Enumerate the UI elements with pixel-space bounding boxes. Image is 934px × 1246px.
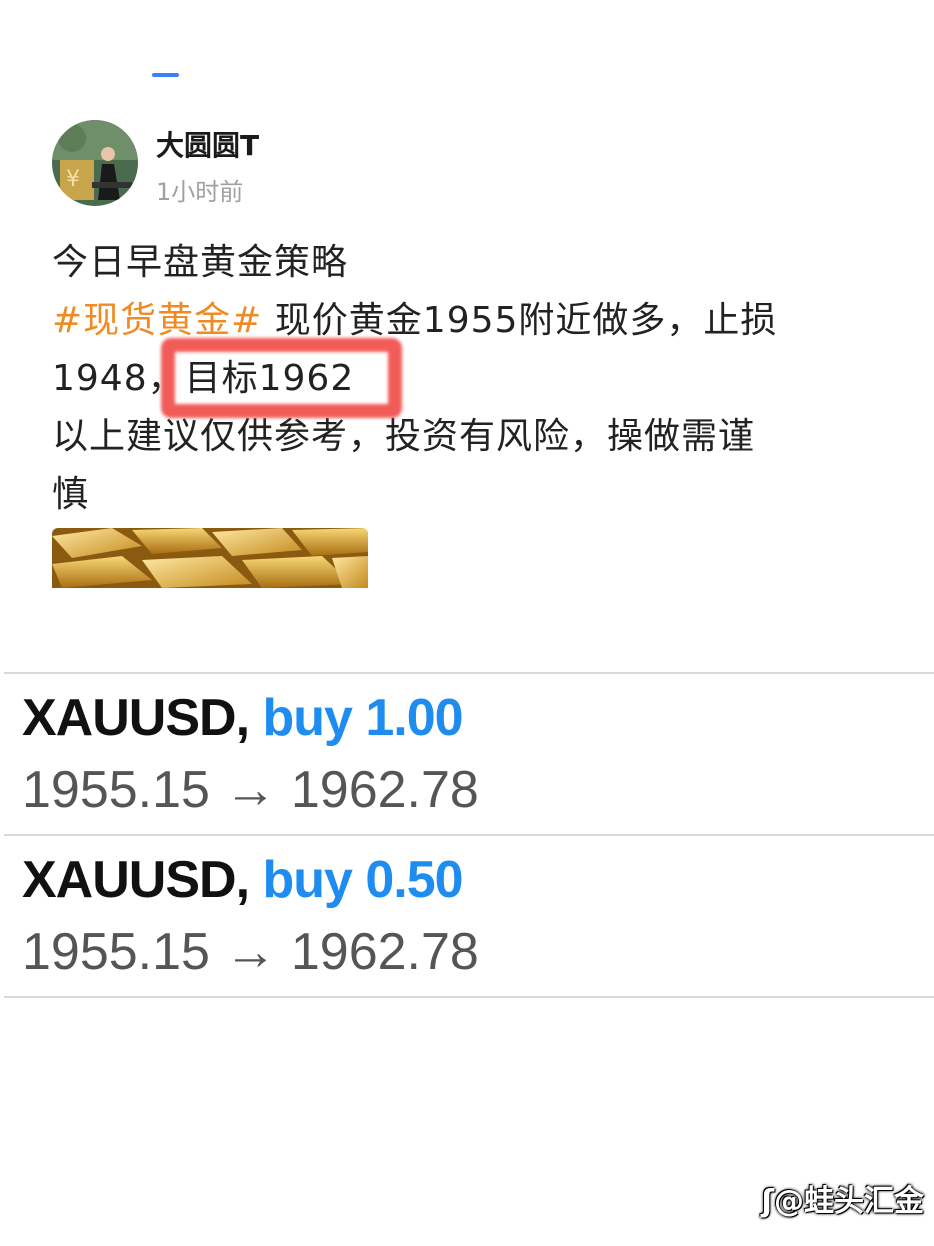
watermark: ʃ@蛙头汇金 (762, 1176, 924, 1220)
trade-symbol: XAUUSD, (22, 851, 250, 909)
post-text-disclaimer: 以上建议仅供参考，投资有风险，操做需谨 (52, 416, 756, 457)
trade-row[interactable]: XAUUSD, buy 0.50 1955.15 → 1962.78 (0, 836, 934, 996)
post-title: 今日早盘黄金策略 (52, 242, 349, 283)
post-text-line2: 现价黄金1955附近做多，止损 (262, 300, 778, 341)
trade-prices: 1955.15 → 1962.78 (22, 761, 479, 819)
active-tab-indicator (152, 73, 179, 77)
gold-bars-image[interactable] (52, 528, 368, 588)
post-time: 1小时前 (156, 178, 244, 206)
hashtag-link[interactable]: #现货黄金# (52, 300, 262, 341)
trade-action: buy 0.50 (262, 851, 463, 909)
watermark-text: @蛙头汇金 (774, 1184, 924, 1219)
weibo-logo-icon: ʃ (761, 1184, 774, 1219)
post-text-stoploss: 1948， (52, 358, 185, 399)
trade-symbol-line: XAUUSD, buy 0.50 (22, 850, 464, 910)
post-text-disclaimer-end: 慎 (52, 474, 90, 515)
username[interactable]: 大圆圆T (156, 124, 259, 164)
trade-prices: 1955.15 → 1962.78 (22, 923, 479, 981)
trade-list: XAUUSD, buy 1.00 1955.15 → 1962.78 XAUUS… (0, 672, 934, 998)
avatar[interactable]: ¥ (52, 120, 138, 206)
post-content: 今日早盘黄金策略 #现货黄金# 现价黄金1955附近做多，止损 1948，目标1… (52, 234, 832, 524)
post-text-target: 目标1962 (184, 358, 355, 399)
trade-action: buy 1.00 (262, 689, 463, 747)
trade-symbol-line: XAUUSD, buy 1.00 (22, 688, 464, 748)
trade-symbol: XAUUSD, (22, 689, 250, 747)
svg-text:¥: ¥ (66, 167, 80, 192)
highlighted-target: 目标1962 (160, 338, 403, 418)
trade-row[interactable]: XAUUSD, buy 1.00 1955.15 → 1962.78 (0, 674, 934, 834)
divider (4, 996, 934, 998)
